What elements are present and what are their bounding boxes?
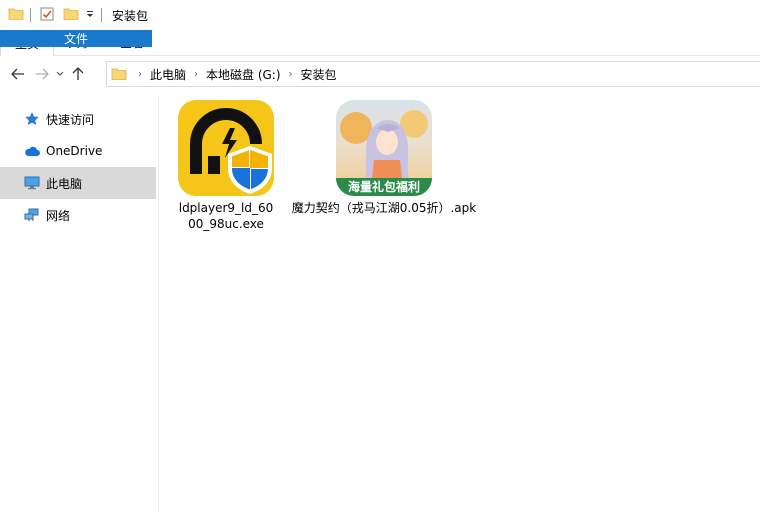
breadcrumb-install-folder[interactable]: 安装包 bbox=[298, 66, 340, 83]
title-separator bbox=[101, 8, 102, 22]
file-name: 魔力契约（戎马江湖0.05折）.apk bbox=[291, 201, 477, 215]
properties-check-icon[interactable] bbox=[39, 6, 55, 25]
breadcrumb-local-disk[interactable]: 本地磁盘 (G:) bbox=[203, 66, 284, 83]
chevron-right-icon[interactable]: › bbox=[189, 69, 203, 80]
sidebar-item-label: 此电脑 bbox=[46, 176, 83, 191]
star-pin-icon bbox=[24, 111, 40, 127]
ribbon-tabs: 文件 主页 共享 查看 bbox=[0, 30, 760, 56]
file-list-view: ldplayer9_ld_60 00_98uc.exe 海量礼包福利 魔力契约（戎… bbox=[159, 96, 760, 512]
network-icon bbox=[24, 207, 40, 223]
quick-access-separator bbox=[30, 8, 31, 22]
tab-file[interactable]: 文件 bbox=[0, 30, 152, 47]
folder-icon[interactable] bbox=[8, 6, 24, 25]
apk-banner-text: 海量礼包福利 bbox=[347, 180, 420, 194]
customize-dropdown-icon[interactable] bbox=[85, 8, 95, 22]
title-bar: 安装包 bbox=[0, 0, 760, 30]
new-folder-icon[interactable] bbox=[63, 6, 79, 25]
breadcrumb-this-pc[interactable]: 此电脑 bbox=[147, 66, 189, 83]
file-name: ldplayer9_ld_60 00_98uc.exe bbox=[166, 200, 286, 232]
sidebar-item-network[interactable]: 网络 bbox=[0, 199, 158, 231]
sidebar-item-onedrive[interactable]: OneDrive bbox=[0, 135, 158, 167]
navigation-pane: 快速访问 OneDrive 此电脑 网络 bbox=[0, 96, 159, 512]
chevron-right-icon[interactable]: › bbox=[284, 69, 298, 80]
sidebar-item-this-pc[interactable]: 此电脑 bbox=[0, 167, 156, 199]
cloud-icon bbox=[24, 143, 40, 159]
chevron-right-icon[interactable]: › bbox=[133, 69, 147, 80]
back-arrow-icon[interactable] bbox=[7, 63, 29, 85]
sidebar-item-quick-access[interactable]: 快速访问 bbox=[0, 103, 158, 135]
recent-locations-chevron-icon[interactable] bbox=[53, 63, 67, 85]
sidebar-item-label: OneDrive bbox=[46, 144, 103, 158]
window-title: 安装包 bbox=[112, 8, 149, 23]
computer-icon bbox=[24, 175, 40, 191]
file-name-line: ldplayer9_ld_60 bbox=[178, 201, 274, 215]
file-item-game-apk[interactable]: 海量礼包福利 魔力契约（戎马江湖0.05折）.apk bbox=[284, 100, 484, 216]
ldplayer-app-icon bbox=[178, 100, 274, 196]
sidebar-item-label: 网络 bbox=[46, 208, 71, 223]
folder-icon bbox=[111, 66, 127, 82]
up-arrow-icon[interactable] bbox=[67, 63, 89, 85]
file-item-ldplayer[interactable]: ldplayer9_ld_60 00_98uc.exe bbox=[166, 100, 286, 232]
game-apk-icon: 海量礼包福利 bbox=[336, 100, 432, 196]
forward-arrow-icon[interactable] bbox=[31, 63, 53, 85]
file-name-line: 00_98uc.exe bbox=[188, 217, 264, 231]
address-bar[interactable]: › 此电脑 › 本地磁盘 (G:) › 安装包 bbox=[106, 61, 760, 87]
sidebar-item-label: 快速访问 bbox=[46, 112, 95, 127]
